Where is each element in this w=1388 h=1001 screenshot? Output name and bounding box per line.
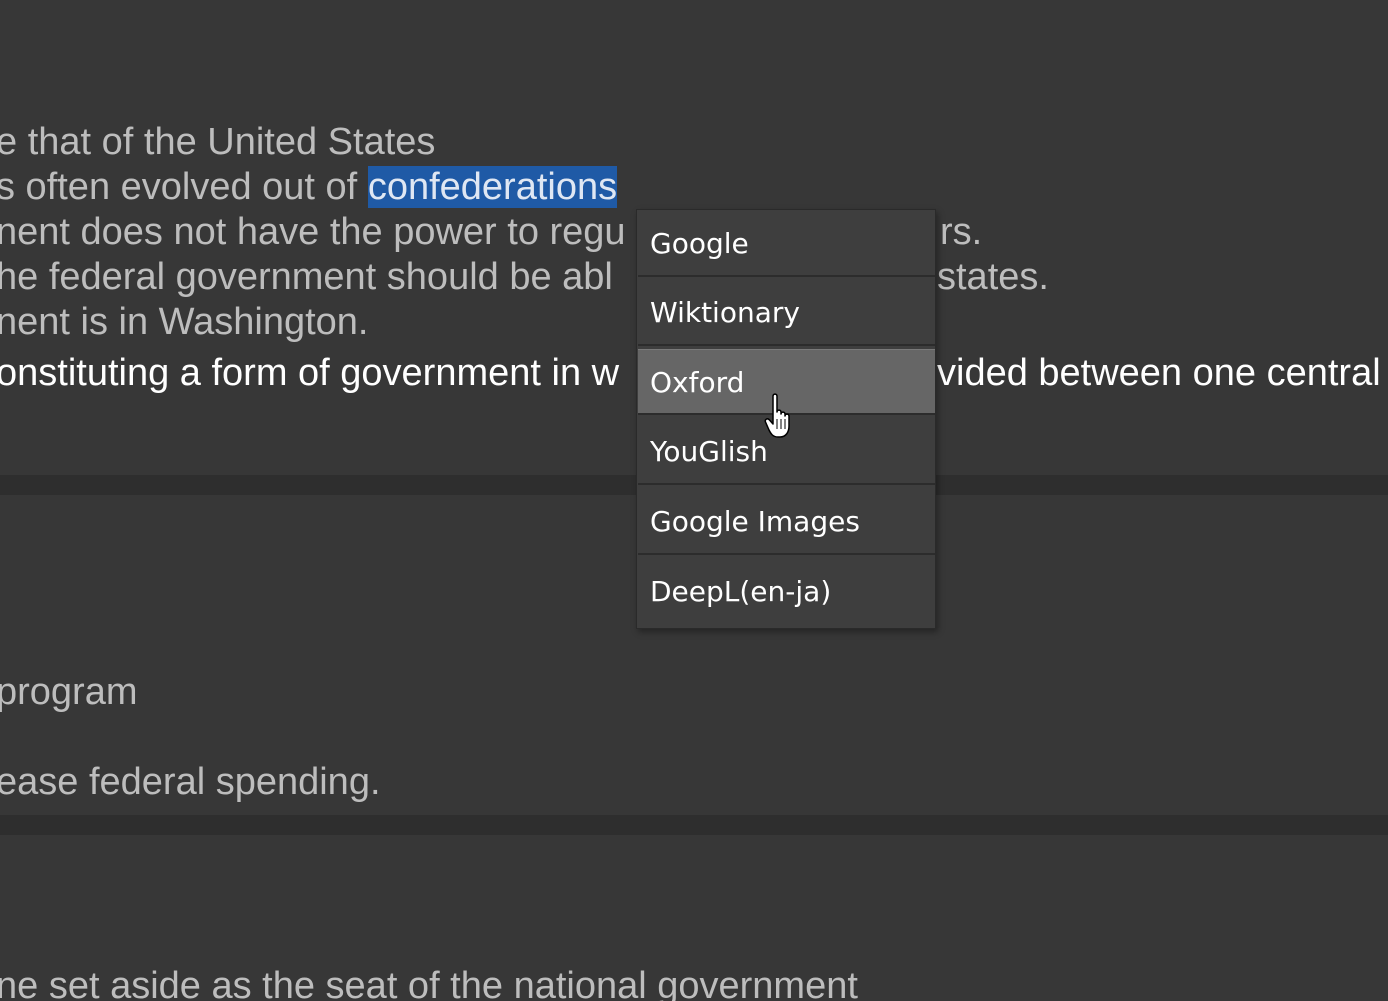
text-line-6-left: onstituting a form of government in w [0,351,619,396]
menu-item-deepl-label: DeepL(en-ja) [650,575,832,608]
menu-item-deepl[interactable]: DeepL(en-ja) [638,559,935,625]
hand-pointer-icon [764,393,790,438]
text-line-4-left: he federal government should be abl [0,255,613,300]
menu-item-google-images[interactable]: Google Images [638,489,935,555]
menu-item-google[interactable]: Google [638,211,935,277]
menu-item-oxford-label: Oxford [650,366,745,399]
text-line-3-left: nent does not have the power to regu [0,210,626,255]
text-line-6-right-content: vided between one central [937,352,1381,394]
menu-item-google-images-label: Google Images [650,505,860,538]
text-line-9-content: ne set aside as the seat of the national… [0,965,858,1001]
text-line-6-right: vided between one central [937,351,1381,396]
menu-item-google-label: Google [650,227,749,260]
text-line-4-right: states. [937,255,1049,300]
menu-item-wiktionary-label: Wiktionary [650,296,800,329]
text-line-3-left-content: nent does not have the power to regu [0,211,626,253]
text-line-1-content: e that of the United States [0,121,436,163]
text-line-9: ne set aside as the seat of the national… [0,964,858,1001]
menu-item-wiktionary[interactable]: Wiktionary [638,280,935,346]
text-line-5: nent is in Washington. [0,300,368,345]
text-line-3-right-content: rs. [940,211,983,253]
text-line-5-content: nent is in Washington. [0,301,369,343]
text-line-4-right-content: states. [937,256,1049,298]
text-line-7-content: program [0,671,138,713]
text-line-7: program [0,670,138,715]
text-line-2: s often evolved out of confederations [0,165,618,210]
text-line-8: ease federal spending. [0,760,381,805]
text-line-4-left-content: he federal government should be abl [0,256,613,298]
text-line-3-right: rs. [940,210,982,255]
selected-word[interactable]: confederations [367,166,618,208]
reader-page: e that of the United States s often evol… [0,0,1388,1001]
text-line-1: e that of the United States [0,120,435,165]
text-line-8-content: ease federal spending. [0,761,381,803]
text-line-2-before: s often evolved out of [0,166,368,208]
text-line-6-left-content: onstituting a form of government in w [0,352,620,394]
section-divider-2 [0,815,1388,835]
menu-item-youglish-label: YouGlish [650,435,768,468]
